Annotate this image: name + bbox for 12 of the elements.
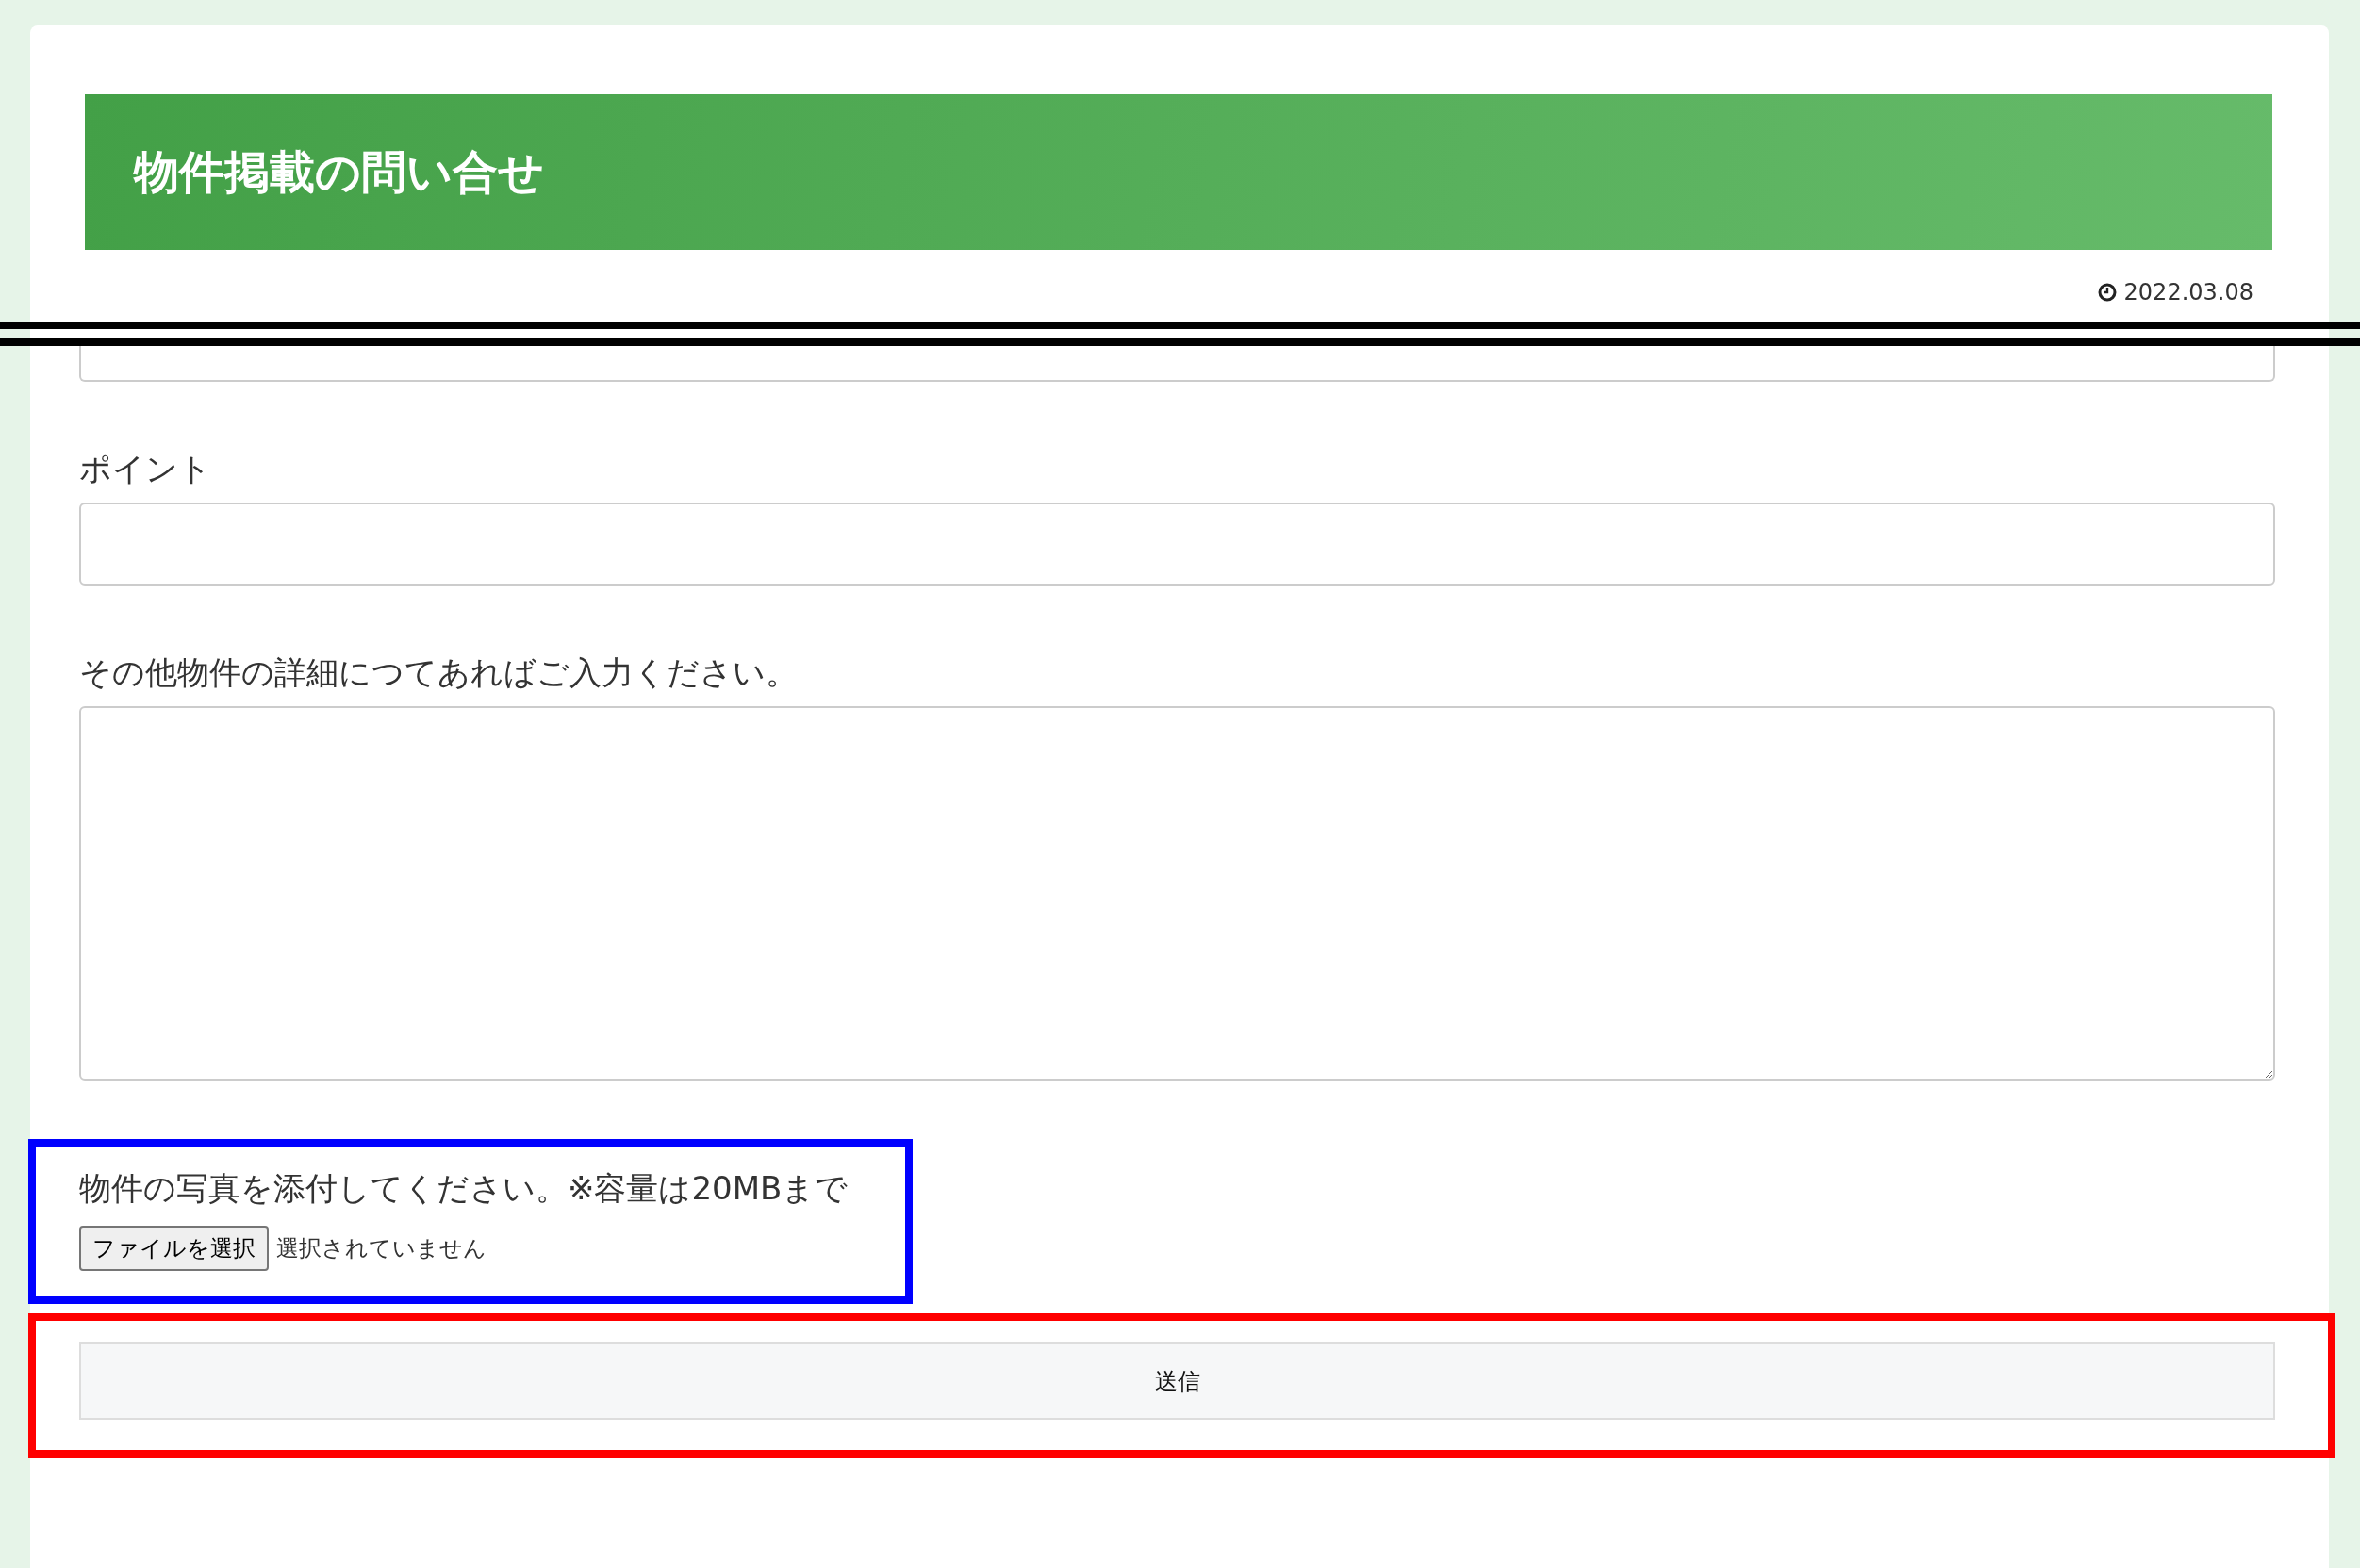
submit-button[interactable]: 送信 <box>79 1342 2275 1420</box>
input-field[interactable] <box>79 503 2275 586</box>
file-status: 選択されていません <box>276 1234 487 1263</box>
upload-label: 物件の写真を添付してください。※容量は20MBまで <box>79 1168 850 1209</box>
field-label: その他物件の詳細につてあればご入力ください。 <box>79 652 799 693</box>
choose-file-button[interactable]: ファイルを選択 <box>79 1226 269 1271</box>
post-date: 2022.03.08 <box>2123 279 2253 305</box>
input-field[interactable] <box>79 346 2275 382</box>
clock-icon <box>2097 283 2117 302</box>
page-title: 物件掲載の問い合せ <box>134 143 544 200</box>
textarea-field[interactable] <box>79 706 2275 1081</box>
field-label: ポイント <box>79 449 212 489</box>
